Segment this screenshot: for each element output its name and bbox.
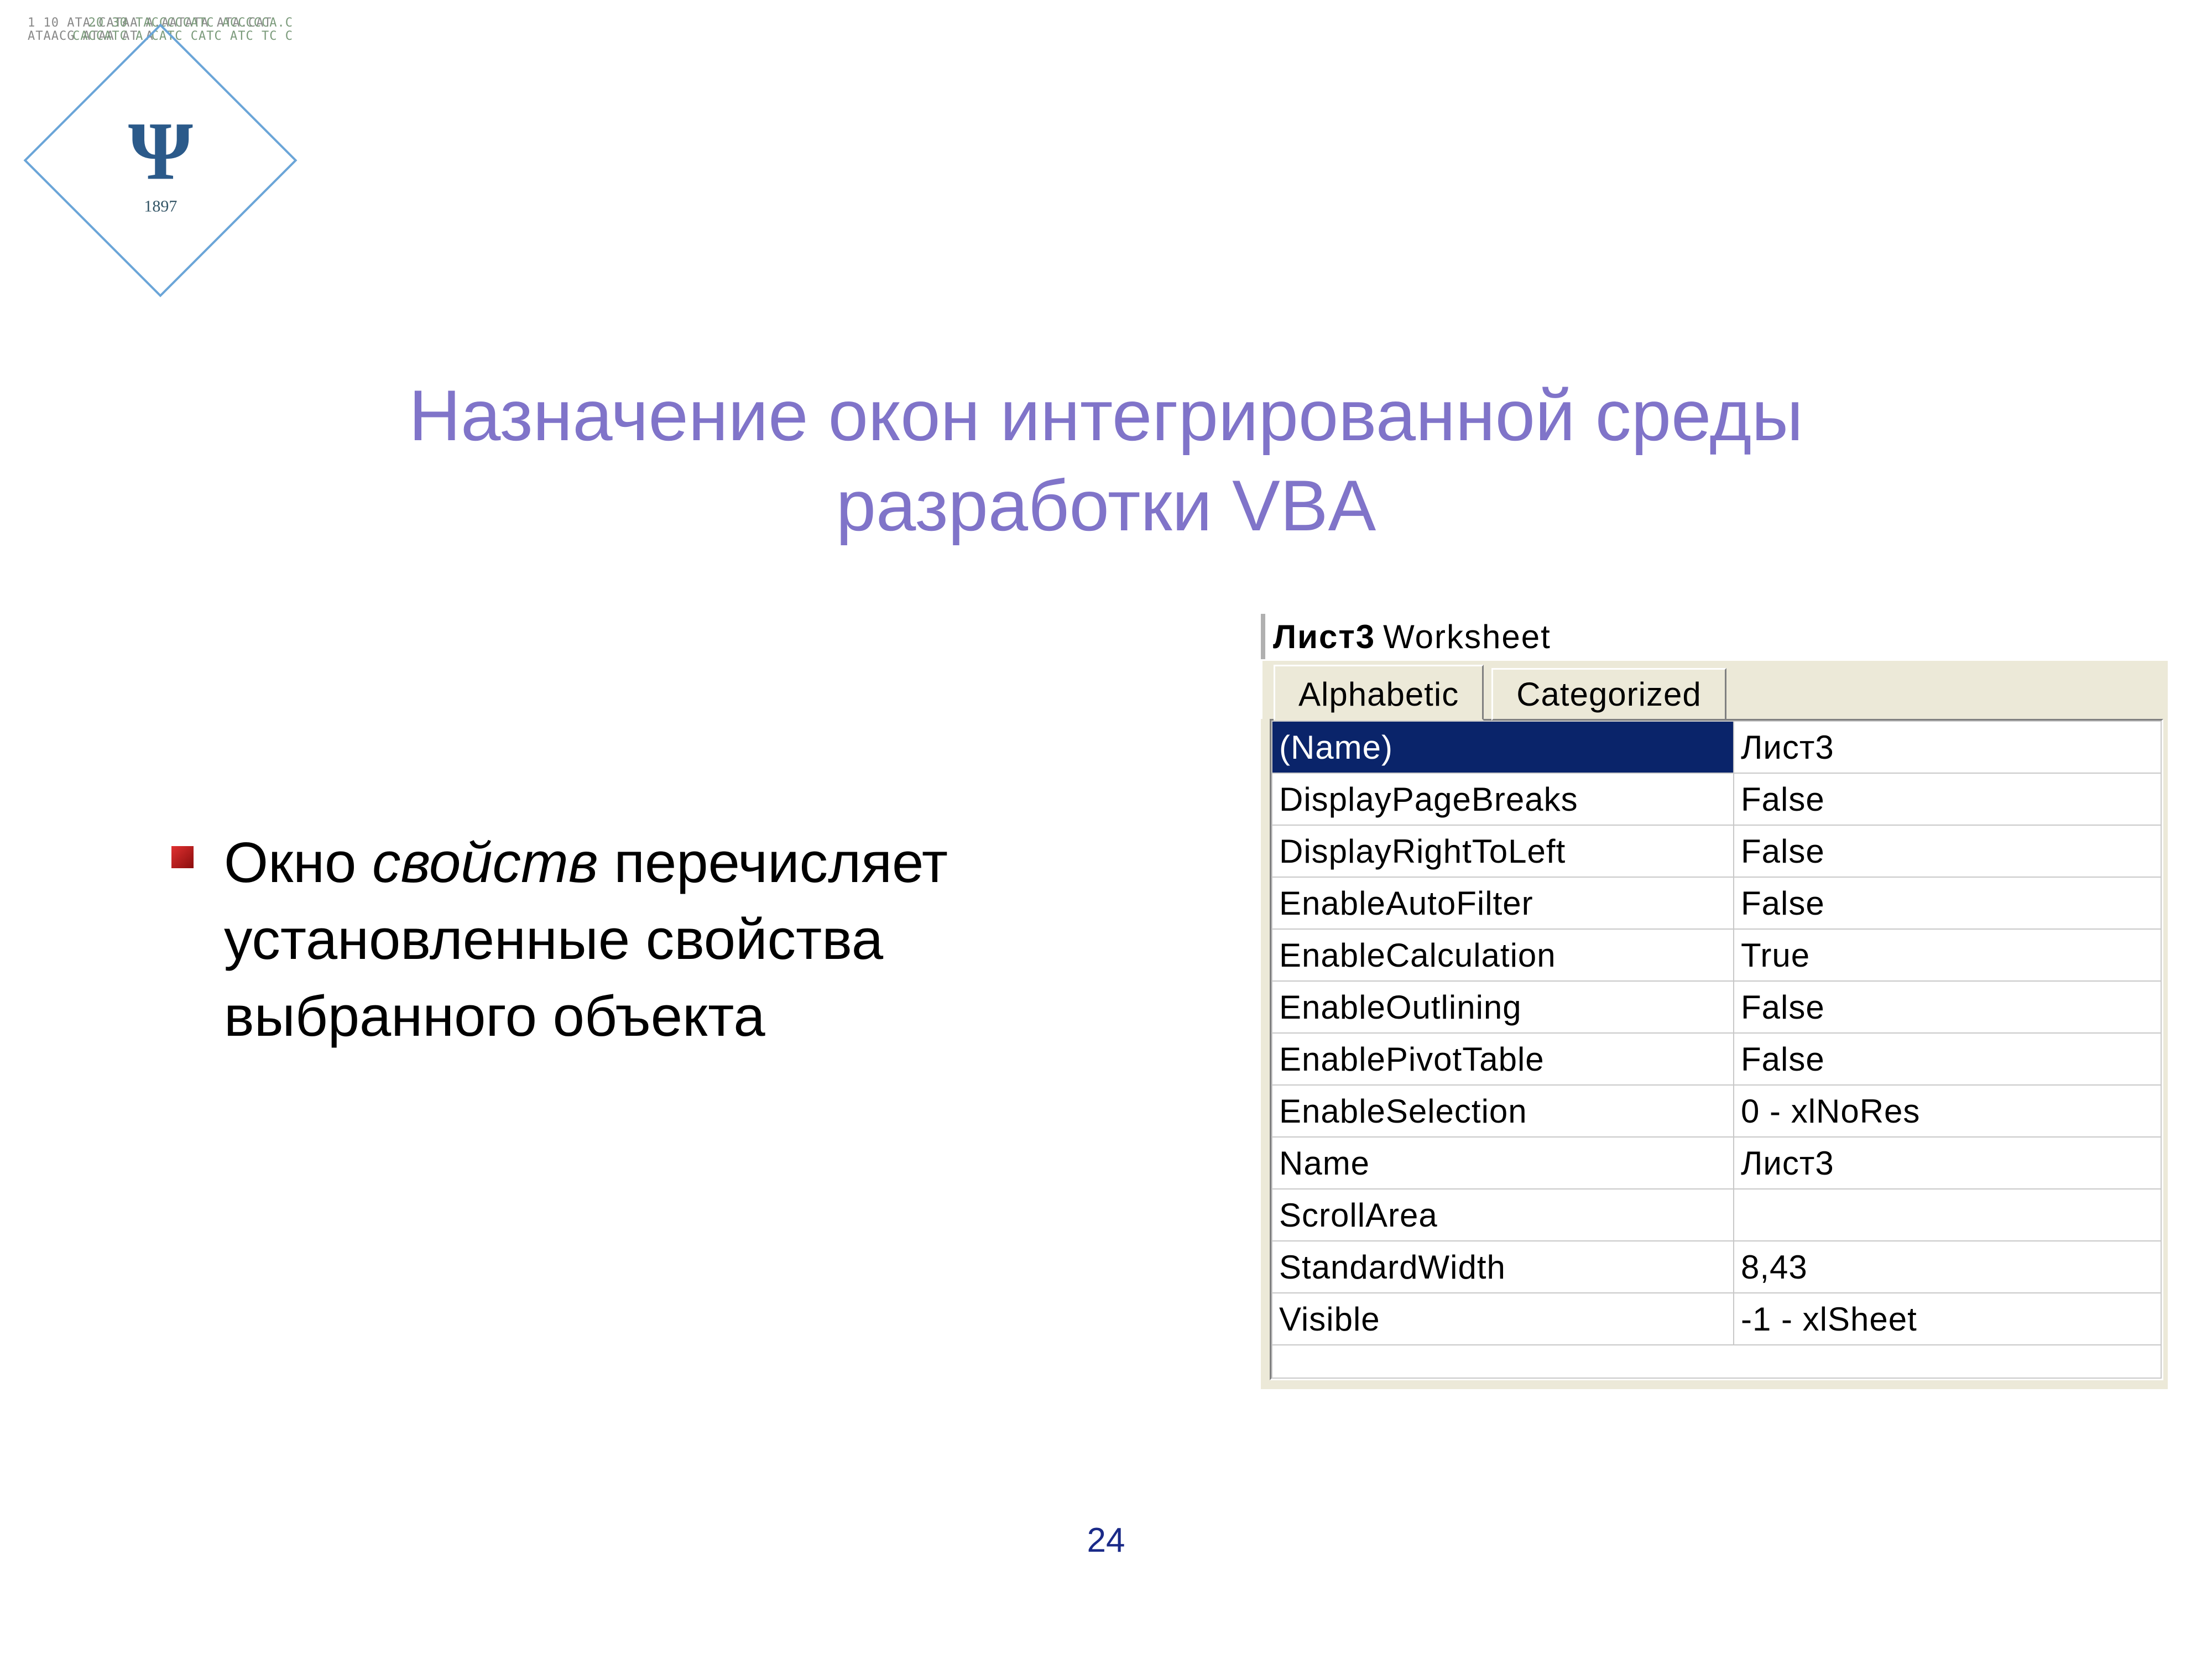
slide-title-line2: разработки VBA: [836, 465, 1376, 546]
logo-year: 1897: [144, 197, 177, 215]
property-value[interactable]: False: [1734, 773, 2161, 825]
property-row[interactable]: Visible-1 - xlSheet: [1272, 1293, 2161, 1345]
property-row[interactable]: NameЛист3: [1272, 1137, 2161, 1189]
property-row[interactable]: EnableSelection0 - xlNoRes: [1272, 1085, 2161, 1137]
property-name[interactable]: Name: [1272, 1137, 1734, 1189]
body-text: Окно свойств перечисляет установленные с…: [224, 824, 1167, 1055]
body-prefix: Окно: [224, 831, 372, 894]
slide-body: Окно свойств перечисляет установленные с…: [171, 824, 1167, 1055]
properties-grid: (Name)Лист3DisplayPageBreaksFalseDisplay…: [1270, 719, 2163, 1380]
property-row[interactable]: EnableAutoFilterFalse: [1272, 877, 2161, 929]
tab-alphabetic[interactable]: Alphabetic: [1274, 665, 1484, 721]
property-value[interactable]: [1734, 1189, 2161, 1241]
property-row[interactable]: DisplayPageBreaksFalse: [1272, 773, 2161, 825]
property-name[interactable]: EnableSelection: [1272, 1085, 1734, 1137]
property-name[interactable]: StandardWidth: [1272, 1241, 1734, 1293]
properties-object-name: Лист3: [1273, 618, 1375, 656]
logo-glyph: Ψ: [128, 106, 193, 197]
property-name[interactable]: DisplayRightToLeft: [1272, 825, 1734, 877]
property-name[interactable]: EnableOutlining: [1272, 981, 1734, 1033]
tab-categorized[interactable]: Categorized: [1491, 668, 1726, 721]
property-row[interactable]: EnablePivotTableFalse: [1272, 1033, 2161, 1085]
property-value[interactable]: Лист3: [1734, 721, 2161, 773]
property-value[interactable]: True: [1734, 929, 2161, 981]
property-value[interactable]: Лист3: [1734, 1137, 2161, 1189]
property-row[interactable]: DisplayRightToLeftFalse: [1272, 825, 2161, 877]
slide-title-line1: Назначение окон интегрированной среды: [409, 375, 1803, 456]
property-name[interactable]: EnablePivotTable: [1272, 1033, 1734, 1085]
institution-logo: 1 10 ATA.CATAA A.AATATA ATA.CAT ATAACG A…: [33, 6, 288, 315]
property-value[interactable]: 8,43: [1734, 1241, 2161, 1293]
property-value[interactable]: 0 - xlNoRes: [1734, 1085, 2161, 1137]
property-value[interactable]: -1 - xlSheet: [1734, 1293, 2161, 1345]
property-name[interactable]: DisplayPageBreaks: [1272, 773, 1734, 825]
property-name[interactable]: (Name): [1272, 721, 1734, 773]
property-value[interactable]: False: [1734, 877, 2161, 929]
property-value[interactable]: False: [1734, 825, 2161, 877]
property-row[interactable]: StandardWidth8,43: [1272, 1241, 2161, 1293]
properties-object-type: Worksheet: [1383, 618, 1551, 656]
property-value[interactable]: False: [1734, 1033, 2161, 1085]
property-row[interactable]: EnableCalculationTrue: [1272, 929, 2161, 981]
properties-titlebar[interactable]: Лист3 Worksheet: [1261, 614, 2168, 659]
property-name[interactable]: EnableAutoFilter: [1272, 877, 1734, 929]
properties-grid-spacer: [1271, 1345, 2162, 1379]
properties-tabs: Alphabetic Categorized: [1261, 659, 2168, 719]
page-number: 24: [0, 1521, 2212, 1560]
property-value[interactable]: False: [1734, 981, 2161, 1033]
body-italic: свойств: [372, 831, 598, 894]
slide-title: Назначение окон интегрированной среды ра…: [166, 371, 2046, 550]
property-row[interactable]: ScrollArea: [1272, 1189, 2161, 1241]
property-name[interactable]: EnableCalculation: [1272, 929, 1734, 981]
bullet-icon: [171, 846, 194, 868]
property-name[interactable]: Visible: [1272, 1293, 1734, 1345]
property-name[interactable]: ScrollArea: [1272, 1189, 1734, 1241]
property-row[interactable]: (Name)Лист3: [1272, 721, 2161, 773]
properties-window: Лист3 Worksheet Alphabetic Categorized (…: [1261, 614, 2168, 1389]
logo-diamond: Ψ 1897: [24, 24, 298, 298]
property-row[interactable]: EnableOutliningFalse: [1272, 981, 2161, 1033]
